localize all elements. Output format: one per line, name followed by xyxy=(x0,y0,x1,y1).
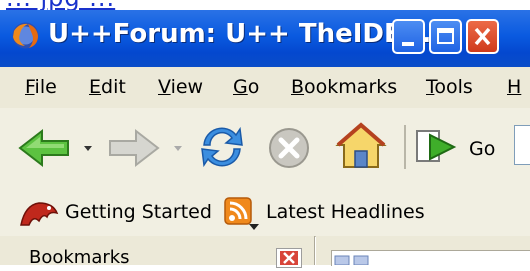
close-icon xyxy=(474,27,491,46)
content-toolbar-icons xyxy=(334,255,369,265)
minimize-button[interactable] xyxy=(392,19,425,54)
menu-file[interactable]: File xyxy=(25,76,57,98)
page-link-fragment[interactable]: ... jpg ... xyxy=(0,0,530,10)
forward-dropdown-icon[interactable] xyxy=(172,143,184,153)
bookmark-latest-headlines[interactable]: Latest Headlines xyxy=(266,201,425,223)
minimize-icon xyxy=(402,42,414,46)
address-bar-edge[interactable] xyxy=(514,125,530,165)
maximize-button[interactable] xyxy=(429,19,462,54)
getting-started-icon xyxy=(20,202,59,226)
menu-help[interactable]: H xyxy=(507,76,521,98)
sidebar-close-icon xyxy=(280,251,298,265)
reload-icon[interactable] xyxy=(196,123,248,171)
menu-go[interactable]: Go xyxy=(233,76,259,98)
menu-edit[interactable]: Edit xyxy=(89,76,126,98)
menu-tools[interactable]: Tools xyxy=(426,76,473,98)
rss-feed-icon xyxy=(224,197,259,230)
home-icon[interactable] xyxy=(334,121,388,171)
toolbar-separator xyxy=(404,125,406,169)
firefox-icon xyxy=(12,22,39,49)
menu-view[interactable]: View xyxy=(158,76,203,98)
bookmark-getting-started[interactable]: Getting Started xyxy=(65,201,212,223)
page-link-text[interactable]: ... jpg ... xyxy=(6,0,115,10)
maximize-icon xyxy=(437,28,454,44)
go-button-label[interactable]: Go xyxy=(469,138,495,160)
back-arrow-icon[interactable] xyxy=(16,128,72,168)
back-dropdown-icon[interactable] xyxy=(82,143,94,153)
menu-bookmarks[interactable]: Bookmarks xyxy=(291,76,397,98)
sidebar-close-button[interactable] xyxy=(276,248,302,268)
forward-arrow-icon[interactable] xyxy=(106,128,162,168)
close-window-button[interactable] xyxy=(466,19,499,54)
window-title: U++Forum: U++ TheIDE... xyxy=(48,19,432,49)
stop-icon[interactable] xyxy=(266,125,312,171)
go-icon[interactable] xyxy=(414,127,460,167)
